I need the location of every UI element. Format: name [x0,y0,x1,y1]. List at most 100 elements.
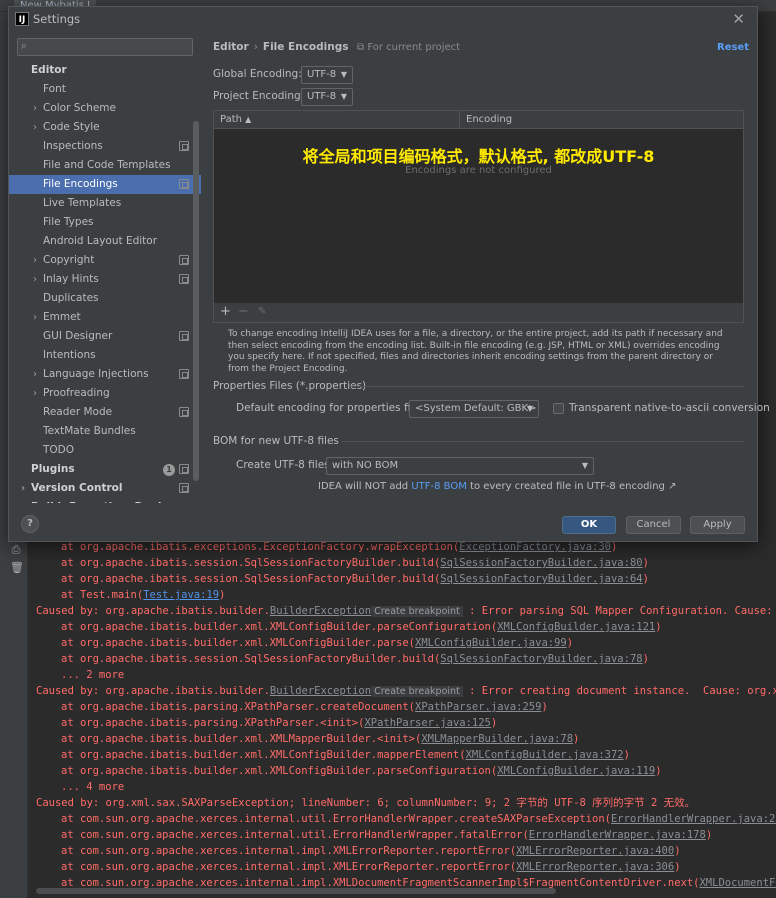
source-location-link[interactable]: XPathParser.java:125 [364,717,490,729]
sort-ascending-icon: ▲ [245,115,252,124]
apply-button[interactable]: Apply [690,516,745,534]
sidebar-item-label: Font [43,83,66,95]
chevron-right-icon[interactable]: › [21,479,25,498]
source-location-link[interactable]: ErrorHandlerWrapper.java:178 [529,829,706,841]
print-icon[interactable]: ⎙ [10,544,22,556]
console-text: at org.apache.ibatis.builder.xml.XMLMapp… [61,733,422,745]
source-location-link[interactable]: XPathParser.java:259 [415,701,541,713]
encoding-description: To change encoding IntelliJ IDEA uses fo… [228,329,723,374]
properties-default-select[interactable]: <System Default: GBK> ▼ [409,400,539,418]
remove-icon[interactable]: − [238,304,249,319]
create-breakpoint-button[interactable]: Create breakpoint [371,686,463,697]
sidebar-item[interactable]: File Encodings [9,175,201,194]
sidebar-item[interactable]: › Language Injections [9,365,201,384]
source-location-link[interactable]: SqlSessionFactoryBuilder.java:64 [440,573,642,585]
console-stack-line: at org.apache.ibatis.parsing.XPathParser… [28,699,548,715]
sidebar-item[interactable]: File and Code Templates [9,156,201,175]
exception-class-link[interactable]: BuilderException [270,685,371,697]
column-header-encoding[interactable]: Encoding [460,111,743,129]
create-breakpoint-button[interactable]: Create breakpoint [371,606,463,617]
source-location-link[interactable]: XMLErrorReporter.java:306 [516,861,674,873]
console-cause-line: Caused by: org.apache.ibatis.builder.Bui… [28,683,776,699]
console-text: ) [219,589,226,601]
sidebar-item[interactable]: TODO [9,441,201,460]
sidebar-item-label: Color Scheme [43,102,116,114]
column-header-path[interactable]: Path ▲ [214,111,460,129]
help-button[interactable]: ? [21,515,39,533]
sidebar-item[interactable]: › Code Style [9,118,201,137]
source-location-link[interactable]: SqlSessionFactoryBuilder.java:78 [440,653,642,665]
sidebar-item-label: Reader Mode [43,406,113,418]
settings-search-input[interactable]: ⌕ [17,38,193,56]
chevron-right-icon[interactable]: › [33,270,37,289]
chevron-right-icon[interactable]: › [33,384,37,403]
bom-create-value: with NO BOM [332,460,399,471]
close-icon[interactable]: ✕ [732,10,745,28]
cancel-button[interactable]: Cancel [626,516,681,534]
sidebar-item-label: Inspections [43,140,103,152]
console-stack-line: at org.apache.ibatis.session.SqlSessionF… [28,555,649,571]
global-encoding-value: UTF-8 [307,69,337,80]
utf8-bom-link[interactable]: UTF-8 BOM [411,481,467,492]
sidebar-item[interactable]: › Emmet [9,308,201,327]
sidebar-item[interactable]: › Version Control [9,479,201,498]
reset-link[interactable]: Reset [717,42,749,53]
source-location-link[interactable]: XMLConfigBuilder.java:99 [415,637,567,649]
bom-section-title: BOM for new UTF-8 files [213,435,339,447]
source-location-link[interactable]: XMLErrorReporter.java:400 [516,845,674,857]
project-scope-icon [179,141,189,151]
bom-note-suffix: to every created file in UTF-8 encoding … [466,481,677,492]
transparent-conversion-checkbox[interactable] [553,403,564,414]
console-stack-line: ... 4 more [28,779,124,795]
sidebar-item[interactable]: Intentions [9,346,201,365]
sidebar-item[interactable]: › Inlay Hints [9,270,201,289]
source-location-link[interactable]: XMLDocumentFragm [699,877,776,889]
sidebar-item[interactable]: Plugins 1 [9,460,201,479]
sidebar-item[interactable]: Editor [9,61,201,80]
project-scope-icon: ⧉ [357,42,365,53]
edit-icon[interactable]: ✎ [258,306,266,317]
sidebar-item[interactable]: Duplicates [9,289,201,308]
sidebar-item[interactable]: › Proofreading [9,384,201,403]
project-scope-icon [179,331,189,341]
sidebar-item[interactable]: Font [9,80,201,99]
for-current-project-note: ⧉ For current project [357,42,460,53]
update-count-badge: 1 [163,464,175,476]
chevron-right-icon[interactable]: › [33,308,37,327]
source-location-link[interactable]: SqlSessionFactoryBuilder.java:80 [440,557,642,569]
source-location-link[interactable]: ErrorHandlerWrapper.java:204 [611,813,776,825]
sidebar-item[interactable]: Reader Mode [9,403,201,422]
chevron-right-icon[interactable]: › [33,251,37,270]
project-encoding-select[interactable]: UTF-8 ▼ [301,88,353,106]
source-location-link[interactable]: XMLMapperBuilder.java:78 [421,733,573,745]
trash-icon[interactable]: 🗑 [10,562,24,574]
path-encoding-table[interactable]: Path ▲ Encoding Encodings are not config… [213,110,744,323]
source-location-link[interactable]: ExceptionFactory.java:30 [459,541,611,553]
sidebar-item[interactable]: › Copyright [9,251,201,270]
global-encoding-label: Global Encoding: [213,68,302,80]
source-location-link[interactable]: Test.java:19 [143,589,219,601]
console-stack-line: at org.apache.ibatis.builder.xml.XMLMapp… [28,731,579,747]
chevron-right-icon[interactable]: › [33,365,37,384]
sidebar-item[interactable]: Android Layout Editor [9,232,201,251]
bom-create-select[interactable]: with NO BOM ▼ [326,457,594,475]
sidebar-item[interactable]: TextMate Bundles [9,422,201,441]
add-icon[interactable]: + [220,304,231,319]
ok-button[interactable]: OK [562,516,616,534]
console-text: at com.sun.org.apache.xerces.internal.im… [61,861,517,873]
chevron-right-icon[interactable]: › [33,99,37,118]
source-location-link[interactable]: XMLConfigBuilder.java:121 [497,621,655,633]
chevron-right-icon[interactable]: › [33,118,37,137]
settings-dialog: IJ Settings ✕ ⌕ Editor Font › Color Scheme ›… [8,6,770,542]
source-location-link[interactable]: XMLConfigBuilder.java:372 [466,749,624,761]
sidebar-item[interactable]: File Types [9,213,201,232]
sidebar-scrollbar[interactable] [193,121,199,481]
sidebar-item[interactable]: Inspections [9,137,201,156]
exception-class-link[interactable]: BuilderException [270,605,371,617]
source-location-link[interactable]: XMLConfigBuilder.java:119 [497,765,655,777]
console-cause-line: Caused by: org.apache.ibatis.builder.Bui… [28,603,776,619]
global-encoding-select[interactable]: UTF-8 ▼ [301,66,353,84]
sidebar-item[interactable]: › Color Scheme [9,99,201,118]
sidebar-item[interactable]: Live Templates [9,194,201,213]
sidebar-item[interactable]: GUI Designer [9,327,201,346]
